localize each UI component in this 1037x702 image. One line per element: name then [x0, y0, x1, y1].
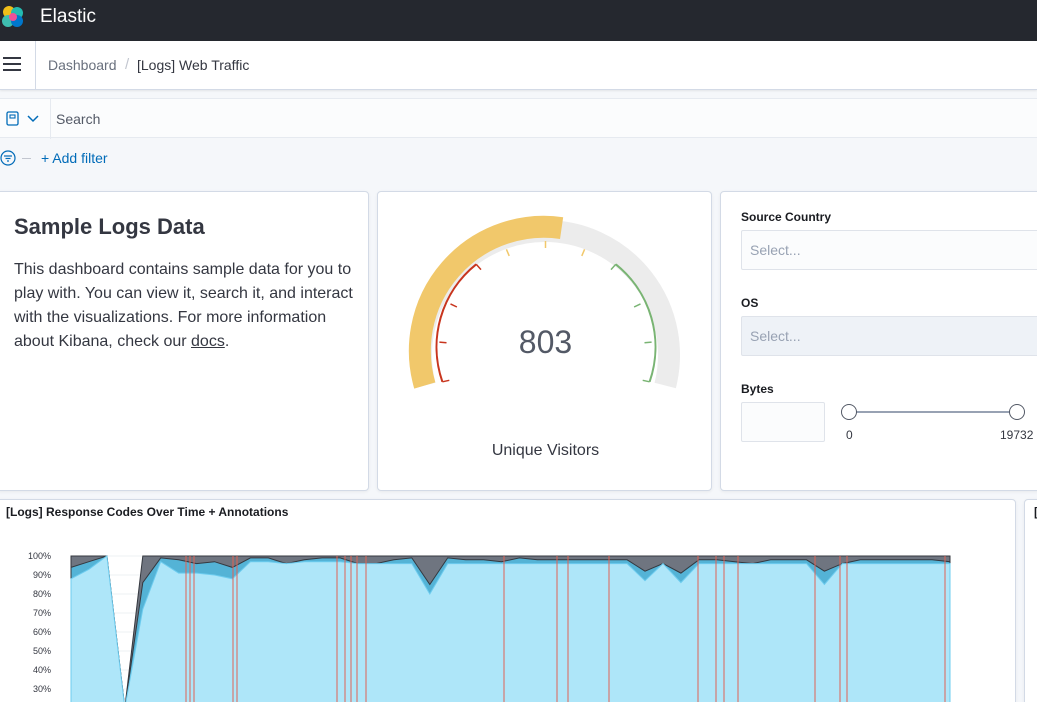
breadcrumb-separator: / [125, 56, 130, 73]
y-tick-label: 30% [33, 684, 51, 694]
bytes-label: Bytes [741, 382, 774, 396]
y-tick-label: 100% [28, 551, 51, 561]
y-tick-label: 50% [33, 646, 51, 656]
breadcrumb-dashboard[interactable]: Dashboard [48, 57, 117, 73]
controls-panel: Source Country Select... OS Select... By… [720, 191, 1037, 491]
search-input[interactable] [56, 105, 1026, 133]
elastic-logo-icon[interactable] [0, 4, 26, 30]
bytes-input[interactable] [741, 402, 825, 442]
source-country-select[interactable]: Select... [741, 230, 1037, 270]
bytes-slider-max-handle[interactable] [1009, 404, 1025, 420]
bytes-min-label: 0 [846, 428, 853, 442]
filter-icon[interactable] [0, 150, 16, 166]
app-title: Elastic [40, 6, 96, 27]
y-tick-label: 70% [33, 608, 51, 618]
markdown-body: This dashboard contains sample data for … [14, 258, 364, 354]
markdown-panel: Sample Logs Data This dashboard contains… [0, 191, 369, 491]
response-codes-chart: 100% 90% 80% 70% 60% 50% 40% 30% [28, 551, 951, 702]
docs-link[interactable]: docs [191, 333, 225, 350]
filter-divider [22, 158, 31, 159]
area-series [70, 555, 951, 702]
y-tick-label: 80% [33, 589, 51, 599]
chevron-down-icon [27, 115, 39, 123]
query-divider [50, 99, 51, 139]
y-tick-label: 90% [33, 570, 51, 580]
os-label: OS [741, 296, 759, 310]
gauge-value: 803 [518, 324, 573, 360]
markdown-title: Sample Logs Data [14, 214, 205, 239]
add-filter-button[interactable]: + Add filter [41, 150, 108, 166]
response-codes-chart-panel: [Logs] Response Codes Over Time + Annota… [0, 499, 1016, 702]
saved-query-icon[interactable] [4, 111, 44, 127]
edge-panel: [ [1024, 499, 1037, 702]
bytes-slider-track[interactable] [849, 411, 1017, 413]
filter-bar: + Add filter [0, 146, 300, 170]
top-header: Elastic [0, 0, 1037, 41]
markdown-text: This dashboard contains sample data for … [14, 261, 353, 350]
y-tick-label: 60% [33, 627, 51, 637]
y-tick-label: 40% [33, 665, 51, 675]
bytes-slider-min-handle[interactable] [841, 404, 857, 420]
markdown-trailing: . [224, 333, 230, 350]
gauge-label: Unique Visitors [491, 442, 600, 459]
query-bar [0, 98, 1037, 139]
bytes-max-label: 19732 [1000, 428, 1034, 442]
breadcrumb-current: [Logs] Web Traffic [137, 57, 250, 73]
gauge-panel: 803 Unique Visitors [377, 191, 712, 491]
source-country-label: Source Country [741, 210, 832, 224]
breadcrumb-bar: Dashboard / [Logs] Web Traffic [0, 41, 1037, 90]
nav-divider [35, 41, 36, 90]
hamburger-menu-icon[interactable] [3, 57, 21, 73]
os-select[interactable]: Select... [741, 316, 1037, 356]
